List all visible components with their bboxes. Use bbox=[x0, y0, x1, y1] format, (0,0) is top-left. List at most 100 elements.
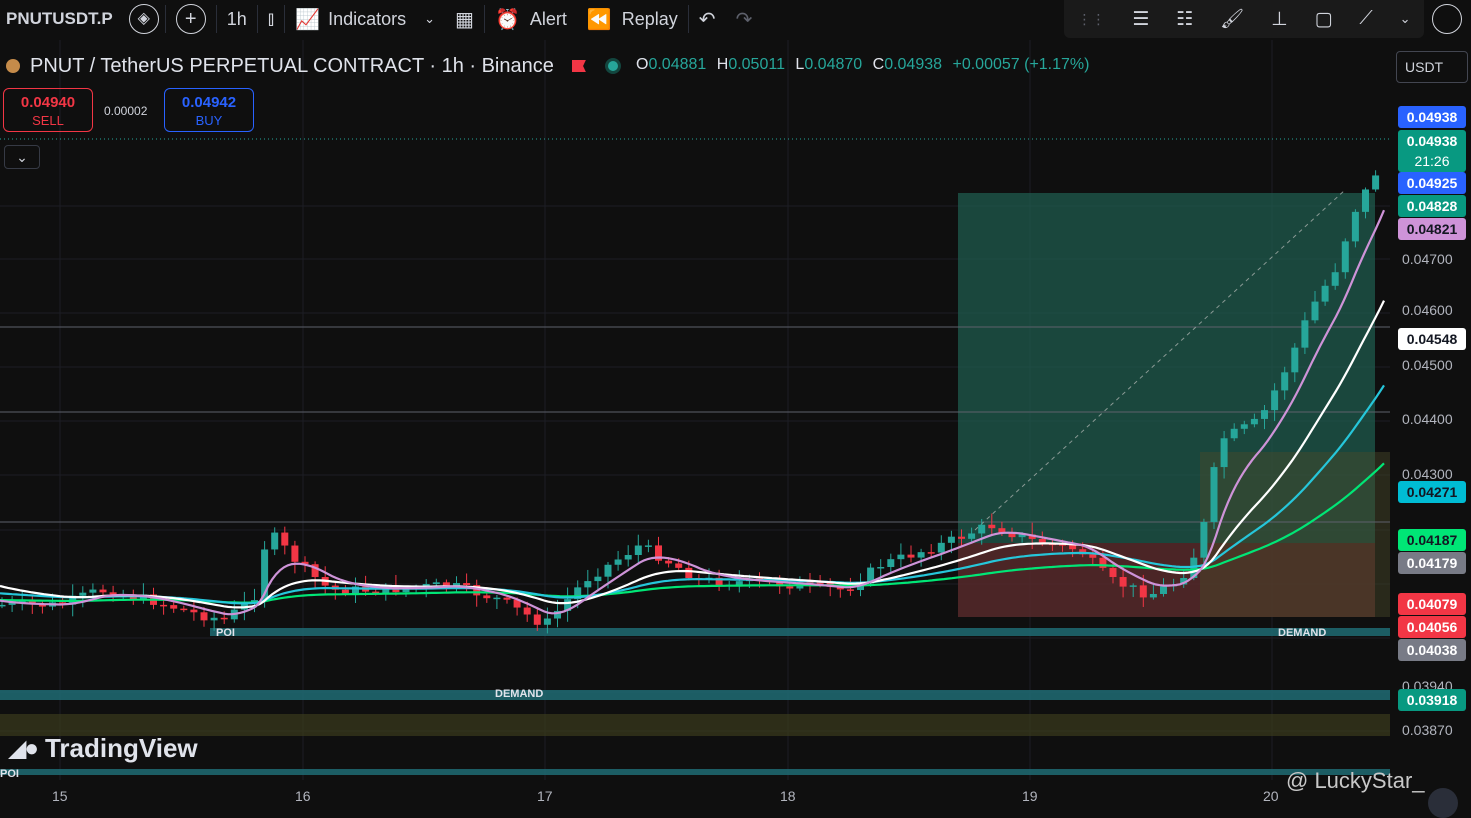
price-label: 0.04079 bbox=[1398, 593, 1466, 615]
price-label: 0.04821 bbox=[1398, 218, 1466, 240]
close-value: 0.04938 bbox=[884, 56, 943, 73]
candle-body bbox=[685, 567, 693, 579]
supply-shade-zone bbox=[1200, 452, 1390, 617]
time-tick: 16 bbox=[295, 788, 311, 804]
path-icon[interactable]: ⟋ bbox=[1359, 8, 1372, 30]
candle-body bbox=[927, 552, 935, 554]
replay-button[interactable]: ⏪ Replay bbox=[577, 0, 688, 38]
price-tick: 0.04500 bbox=[1402, 357, 1453, 373]
poi-label: POI bbox=[0, 768, 19, 780]
price-label: 0.04187 bbox=[1398, 529, 1466, 551]
candle-body bbox=[1291, 347, 1299, 373]
rewind-icon: ⏪ bbox=[586, 8, 612, 31]
candle-body bbox=[1230, 428, 1238, 439]
candle-body bbox=[634, 545, 642, 556]
candle-body bbox=[432, 582, 440, 585]
chart-type-button[interactable]: ⫾ bbox=[258, 0, 284, 38]
candle-body bbox=[1301, 320, 1309, 348]
measure-icon[interactable]: ⊥ bbox=[1271, 8, 1288, 31]
price-tick: 0.04600 bbox=[1402, 302, 1453, 318]
time-tick: 19 bbox=[1022, 788, 1038, 804]
price-label: 0.04828 bbox=[1398, 195, 1466, 217]
scroll-to-realtime-button[interactable] bbox=[1428, 788, 1458, 818]
long-position-icon[interactable]: ☷ bbox=[1176, 8, 1193, 31]
more-tools-button[interactable] bbox=[1432, 4, 1462, 34]
plus-icon: + bbox=[175, 4, 206, 34]
legend-title[interactable]: PNUT / TetherUS PERPETUAL CONTRACT · 1h … bbox=[30, 55, 554, 78]
demand-label: DEMAND bbox=[1278, 627, 1327, 639]
candle-body bbox=[271, 532, 279, 550]
close-key: C bbox=[872, 56, 885, 73]
ohlc-values: O0.04881 H0.05011 L0.04870 C0.04938 +0.0… bbox=[636, 56, 1095, 74]
buy-button[interactable]: 0.04942 BUY bbox=[164, 88, 254, 132]
chart-legend: PNUT / TetherUS PERPETUAL CONTRACT · 1h … bbox=[6, 52, 618, 80]
candle-body bbox=[1341, 241, 1349, 273]
candle-body bbox=[1331, 272, 1339, 286]
replay-label: Replay bbox=[621, 8, 678, 29]
undo-button[interactable]: ↶ bbox=[689, 0, 726, 38]
candle-body bbox=[493, 597, 501, 600]
price-label: 0.04938 bbox=[1398, 106, 1466, 128]
sell-label: SELL bbox=[32, 113, 64, 128]
compare-button[interactable]: + bbox=[166, 0, 216, 38]
undo-icon: ↶ bbox=[698, 8, 716, 31]
candle-body bbox=[978, 524, 986, 534]
price-label: 0.04548 bbox=[1398, 328, 1466, 350]
alert-label: Alert bbox=[529, 8, 567, 29]
currency-selector[interactable]: USDT bbox=[1396, 51, 1468, 83]
symbol-search[interactable]: PNUTUSDT.P bbox=[0, 0, 123, 38]
sell-price: 0.04940 bbox=[20, 94, 76, 111]
candle-body bbox=[584, 581, 592, 588]
candle-body bbox=[665, 560, 673, 564]
alert-button[interactable]: ⏰ Alert bbox=[485, 0, 577, 38]
candle-body bbox=[543, 618, 551, 625]
interval-button[interactable]: 1h bbox=[217, 0, 257, 38]
candle-body bbox=[614, 559, 622, 565]
drag-handle-icon[interactable]: ⋮⋮ bbox=[1077, 11, 1105, 28]
candle-body bbox=[200, 612, 208, 621]
rectangle-icon[interactable]: ▢ bbox=[1315, 8, 1333, 31]
price-tick: 0.04300 bbox=[1402, 466, 1453, 482]
candle-body bbox=[190, 609, 198, 613]
logo-text: TradingView bbox=[44, 733, 198, 763]
grid-icon: ▦ bbox=[455, 8, 474, 31]
symbol-logo-icon bbox=[6, 59, 20, 73]
indicators-label: Indicators bbox=[328, 8, 407, 29]
candle-body bbox=[624, 555, 632, 560]
candle-body bbox=[523, 607, 531, 615]
layouts-button[interactable]: ▦ bbox=[445, 0, 484, 38]
indicators-button[interactable]: 📈 Indicators ⌄ bbox=[285, 0, 445, 38]
price-label: 0.04925 bbox=[1398, 172, 1466, 194]
candle-body bbox=[0, 604, 6, 607]
indicators-icon: 📈 bbox=[295, 8, 321, 31]
market-status-icon bbox=[607, 61, 618, 71]
candle-body bbox=[503, 597, 511, 600]
candle-body bbox=[1089, 554, 1097, 558]
high-key: H bbox=[716, 56, 729, 73]
candle-body bbox=[786, 586, 794, 589]
demand-label: DEMAND bbox=[495, 688, 544, 700]
buy-price: 0.04942 bbox=[181, 94, 237, 111]
sell-button[interactable]: 0.04940 SELL bbox=[3, 88, 93, 132]
low-key: L bbox=[795, 56, 805, 73]
tradingview-mark-icon: ◢● bbox=[8, 735, 39, 762]
short-position-icon[interactable]: ☰ bbox=[1132, 8, 1149, 31]
candle-body bbox=[937, 542, 945, 553]
chevron-down-icon[interactable]: ⌄ bbox=[1400, 11, 1411, 27]
candle-body bbox=[644, 545, 652, 547]
brush-icon[interactable]: 🖌 bbox=[1220, 7, 1244, 31]
tradingview-logo[interactable]: ◢● TradingView bbox=[8, 733, 198, 764]
redo-icon: ↷ bbox=[735, 8, 753, 31]
collapse-legend-button[interactable]: ⌄ bbox=[4, 145, 40, 169]
candle-body bbox=[594, 576, 602, 582]
redo-button[interactable]: ↷ bbox=[726, 0, 763, 38]
candle-body bbox=[897, 554, 905, 560]
candle-body bbox=[1139, 585, 1147, 598]
candle-body bbox=[1271, 390, 1279, 411]
candle-body bbox=[1281, 372, 1289, 391]
time-tick: 15 bbox=[52, 788, 68, 804]
symbol-info-button[interactable]: ◈ bbox=[123, 0, 165, 38]
flag-icon[interactable] bbox=[571, 60, 586, 72]
candle-body bbox=[968, 533, 976, 539]
time-tick: 20 bbox=[1263, 788, 1279, 804]
